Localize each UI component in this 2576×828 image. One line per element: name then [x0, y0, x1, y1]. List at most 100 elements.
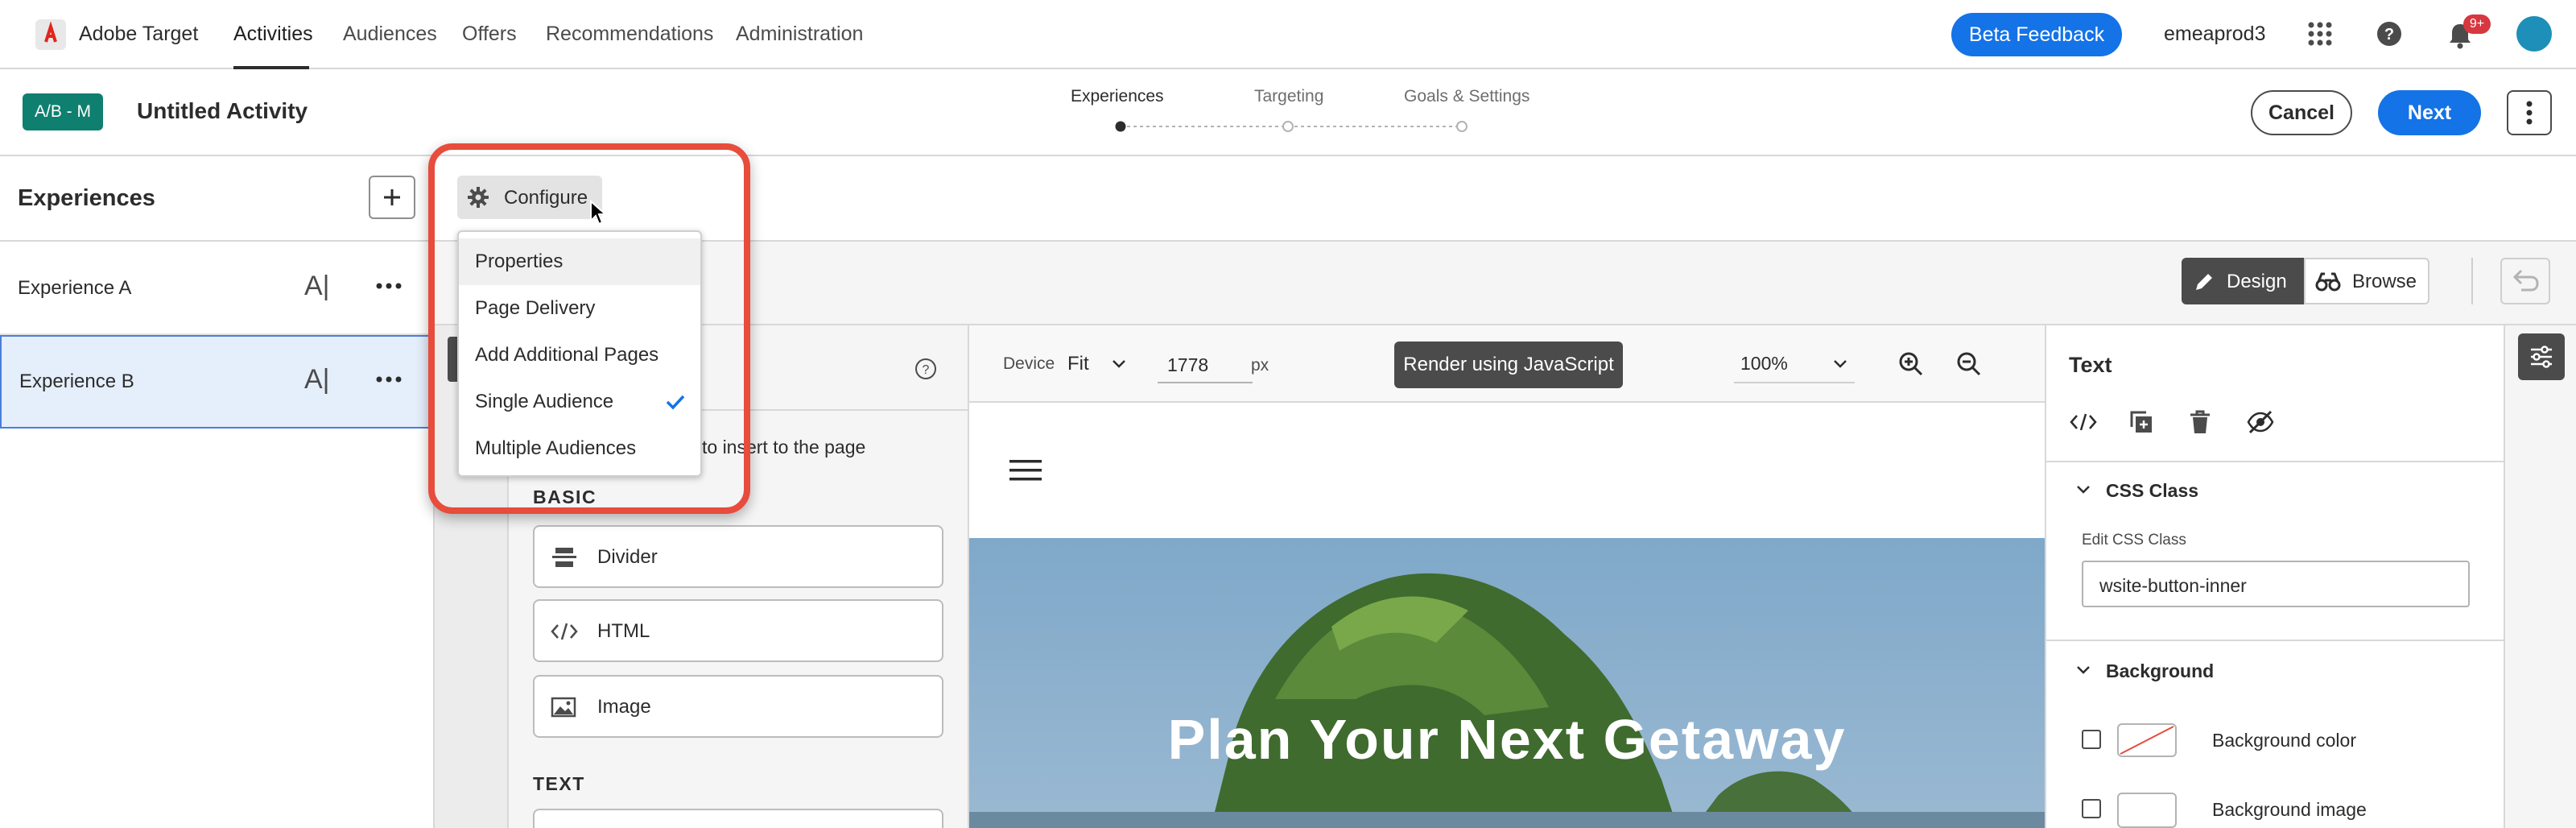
svg-text:?: ?: [923, 363, 930, 377]
delete-icon[interactable]: [2188, 409, 2212, 435]
more-options-button[interactable]: [2507, 90, 2552, 135]
width-unit: px: [1251, 356, 1269, 375]
css-class-section-toggle[interactable]: [2075, 483, 2091, 496]
experience-b-label: Experience B: [19, 371, 134, 392]
activity-title[interactable]: Untitled Activity: [137, 98, 308, 124]
nav-offers[interactable]: Offers: [462, 23, 517, 46]
activity-type-badge: A/B - M: [23, 93, 103, 130]
binoculars-icon: [2315, 272, 2341, 292]
divider-icon: [552, 548, 576, 567]
chevron-down-icon: [2077, 486, 2090, 494]
browse-mode-label: Browse: [2352, 271, 2417, 292]
device-select-value: Fit: [1067, 353, 1089, 375]
help-circle-icon[interactable]: ?: [914, 358, 937, 380]
background-section-toggle[interactable]: [2075, 664, 2091, 677]
html-label: HTML: [597, 620, 650, 642]
plus-icon: [384, 189, 400, 205]
cancel-button[interactable]: Cancel: [2251, 90, 2352, 135]
experiences-heading: Experiences: [18, 185, 155, 211]
zoom-select[interactable]: 100%: [1734, 345, 1855, 383]
image-label: Image: [597, 696, 651, 718]
background-image-swatch[interactable]: [2117, 793, 2177, 828]
step-progress-track: [1114, 120, 1468, 133]
zoom-value: 100%: [1740, 353, 1788, 374]
chevron-down-icon: [1834, 360, 1847, 368]
help-icon[interactable]: ?: [2376, 21, 2402, 47]
browse-mode-button[interactable]: Browse: [2304, 258, 2429, 304]
background-image-checkbox[interactable]: [2082, 799, 2101, 818]
nav-activities[interactable]: Activities: [233, 23, 313, 46]
org-switcher[interactable]: emeaprod3: [2164, 23, 2265, 46]
next-button[interactable]: Next: [2378, 90, 2481, 135]
hamburger-menu-icon[interactable]: [1009, 457, 1042, 483]
text-section-heading: TEXT: [533, 773, 585, 794]
background-color-checkbox[interactable]: [2082, 730, 2101, 749]
device-label: Device: [1003, 354, 1055, 373]
html-component[interactable]: HTML: [533, 599, 943, 662]
hero-image[interactable]: Plan Your Next Getaway: [969, 538, 2045, 828]
more-vertical-icon: [2526, 101, 2533, 125]
properties-inspector: Text CSS Class Edit CSS Class wsite-butt…: [2045, 325, 2504, 828]
experience-a-row[interactable]: Experience A A|: [0, 242, 433, 335]
design-mode-button[interactable]: Design: [2182, 258, 2304, 304]
code-icon: [551, 623, 578, 640]
annotation-highlight: [428, 143, 750, 514]
render-javascript-button[interactable]: Render using JavaScript: [1394, 342, 1623, 388]
nav-audiences[interactable]: Audiences: [343, 23, 437, 46]
inspector-title: Text: [2069, 353, 2112, 377]
chevron-down-icon: [2077, 666, 2090, 674]
css-class-input[interactable]: wsite-button-inner: [2082, 561, 2470, 607]
apps-grid-icon[interactable]: [2307, 21, 2333, 47]
css-class-value: wsite-button-inner: [2099, 575, 2247, 596]
nav-administration[interactable]: Administration: [736, 23, 863, 46]
code-icon[interactable]: [2069, 411, 2098, 433]
brand-name[interactable]: Adobe Target: [79, 23, 198, 46]
text-component[interactable]: [533, 809, 943, 828]
step-goals-settings[interactable]: Goals & Settings: [1404, 87, 1530, 106]
svg-text:?: ?: [2384, 26, 2394, 43]
width-input[interactable]: 1778: [1158, 346, 1253, 383]
experience-b-row[interactable]: Experience B A|: [0, 335, 433, 428]
add-experience-button[interactable]: [369, 176, 415, 219]
step-targeting[interactable]: Targeting: [1254, 87, 1323, 106]
pencil-icon: [2196, 274, 2212, 290]
ai-rewrite-icon[interactable]: A|: [304, 364, 330, 395]
undo-icon: [2512, 269, 2539, 292]
settings-sliders-button[interactable]: [2518, 333, 2565, 380]
chevron-down-icon: [1113, 360, 1125, 368]
notification-badge: 9+: [2463, 14, 2491, 34]
css-class-field-label: Edit CSS Class: [2082, 532, 2186, 549]
background-image-label: Background image: [2212, 799, 2367, 820]
ai-rewrite-icon[interactable]: A|: [304, 271, 330, 302]
width-value: 1778: [1167, 354, 1209, 375]
hero-heading[interactable]: Plan Your Next Getaway: [969, 707, 2045, 772]
right-rail: [2504, 325, 2576, 828]
duplicate-icon[interactable]: [2128, 409, 2154, 435]
image-component[interactable]: Image: [533, 675, 943, 738]
hide-icon[interactable]: [2246, 409, 2275, 435]
step-experiences[interactable]: Experiences: [1071, 87, 1164, 106]
more-horizontal-icon[interactable]: [375, 374, 402, 385]
design-mode-label: Design: [2227, 271, 2287, 292]
sliders-icon: [2531, 346, 2552, 368]
experience-a-label: Experience A: [18, 277, 132, 299]
beta-feedback-button[interactable]: Beta Feedback: [1951, 13, 2122, 56]
experiences-panel: Experiences Experience A A| Experience B…: [0, 156, 435, 828]
device-select[interactable]: Fit: [1064, 350, 1137, 379]
user-avatar[interactable]: [2516, 16, 2552, 52]
divider-label: Divider: [597, 546, 658, 568]
more-horizontal-icon[interactable]: [375, 280, 402, 292]
top-navigation: Adobe Target Activities Audiences Offers…: [0, 0, 2576, 69]
page-preview[interactable]: Plan Your Next Getaway: [969, 403, 2045, 828]
adobe-logo-icon[interactable]: [35, 19, 66, 50]
css-class-heading: CSS Class: [2106, 480, 2199, 501]
background-color-label: Background color: [2212, 730, 2356, 751]
undo-button[interactable]: [2500, 258, 2550, 304]
configure-bar: Configure: [435, 156, 2576, 242]
background-color-swatch[interactable]: [2117, 723, 2177, 757]
preview-toolbar: Device Fit 1778 px Render using JavaScri…: [969, 325, 2045, 403]
nav-recommendations[interactable]: Recommendations: [546, 23, 713, 46]
zoom-in-icon[interactable]: [1898, 351, 1924, 377]
divider-component[interactable]: Divider: [533, 525, 943, 588]
zoom-out-icon[interactable]: [1956, 351, 1982, 377]
